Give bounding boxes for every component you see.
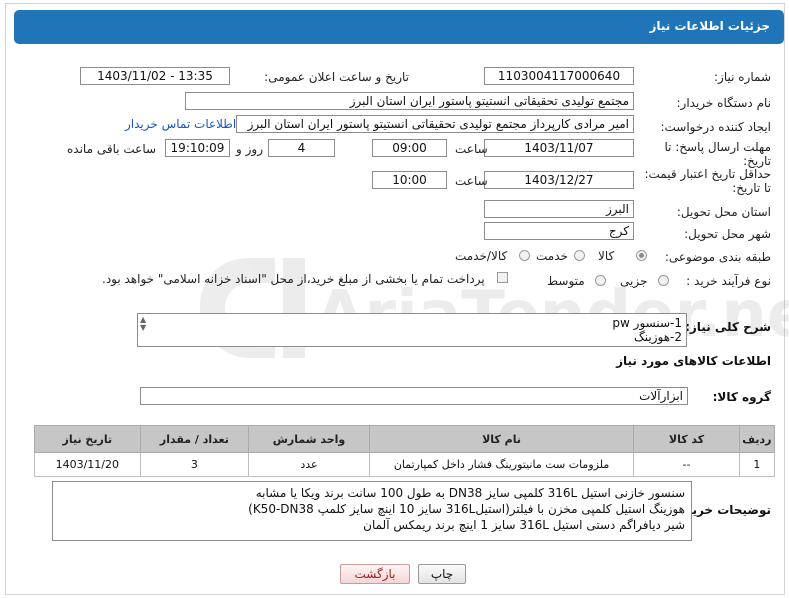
process-label: نوع فرآیند خرید : [686,274,771,288]
validity-time-field: 10:00 [372,171,447,189]
page-header: جزئیات اطلاعات نیاز [14,10,784,44]
col-date: تاریخ نیاز [34,425,141,453]
category-radio-service[interactable] [574,250,585,261]
cell-unit: عدد [248,452,370,477]
deadline-time-field: 09:00 [372,139,447,157]
need-number-label: شماره نیاز: [714,70,771,84]
col-qty: تعداد / مقدار [139,425,250,453]
goods-table: ردیف کد کالا نام کالا واحد شمارش تعداد /… [34,425,776,477]
print-button[interactable]: چاپ [418,564,466,584]
col-code: کد کالا [633,425,740,453]
category-radio-both[interactable] [519,250,530,261]
days-field: 4 [268,139,335,157]
description-line-2: 2-هوزینگ [634,330,682,344]
col-row: ردیف [738,425,776,453]
announce-label: تاریخ و ساعت اعلان عمومی: [264,70,409,84]
contact-info-link[interactable]: اطلاعات تماس خریدار [125,117,236,131]
remaining-label: ساعت باقی مانده [67,142,157,156]
page-title: جزئیات اطلاعات نیاز [649,19,770,33]
description-label: شرح کلی نیاز: [685,320,771,334]
category-option-both: کالا/خدمت [455,249,508,263]
cell-code: -- [633,452,740,477]
requester-field: امیر مرادی کارپرداز مجتمع تولیدی تحقیقات… [236,115,634,133]
category-option-service: خدمت [536,249,568,263]
goods-group-field: ابزارآلات [140,387,688,405]
process-radio-minor[interactable] [658,275,669,286]
province-label: استان محل تحویل: [676,205,771,219]
cell-date: 1403/11/20 [34,452,141,477]
table-row: 1 -- ملزومات ست مانیتورینگ فشار داخل کمپ… [34,452,776,477]
validity-label: حداقل تاریخ اعتبار قیمت: تا تاریخ: [644,167,771,195]
buyer-notes-line-3: شیر دیافراگم دستی استیل 316L سایز 1 اینچ… [363,518,685,532]
validity-time-label: ساعت [455,174,488,188]
buyer-org-field: مجتمع تولیدی تحقیقاتی انستیتو پاستور ایر… [185,92,634,110]
category-radio-goods[interactable] [636,250,647,261]
treasury-payment-note: پرداخت تمام یا بخشی از مبلغ خرید،از محل … [102,272,485,286]
city-label: شهر محل تحویل: [684,227,771,241]
category-label: طبقه بندی موضوعی: [664,250,771,264]
buyer-notes-line-2: هوزینگ استیل کلمپی مخزن با فیلتر(استیل31… [248,502,685,516]
category-option-goods: کالا [598,249,615,263]
scroll-arrows-icon[interactable]: ▲ ▼ [140,316,146,332]
goods-table-header: ردیف کد کالا نام کالا واحد شمارش تعداد /… [34,425,776,453]
treasury-payment-checkbox[interactable] [497,272,508,283]
announce-field: 1403/11/02 - 13:35 [80,67,230,85]
buyer-notes-textarea[interactable]: سنسور خازنی استیل 316L کلمپی سایز DN38 ب… [52,481,692,541]
remaining-time-field: 19:10:09 [165,139,230,157]
requester-label: ایجاد کننده درخواست: [660,120,771,134]
cell-name: ملزومات ست مانیتورینگ فشار داخل کمپارتما… [368,452,635,477]
deadline-time-label: ساعت [455,142,488,156]
goods-group-label: گروه کالا: [712,390,771,404]
province-field: البرز [484,200,634,218]
description-textarea[interactable]: 1-سنسور pw 2-هوزینگ ▲ ▼ [137,313,687,347]
col-unit: واحد شمارش [248,425,370,453]
city-field: کرج [484,222,634,240]
process-option-minor: جزیی [620,274,648,288]
process-option-medium: متوسط [547,274,585,288]
need-number-field: 1103004117000640 [484,67,634,85]
validity-date-field: 1403/12/27 [484,171,634,189]
goods-section-title: اطلاعات کالاهای مورد نیاز [616,354,771,368]
buyer-org-label: نام دستگاه خریدار: [676,96,772,110]
col-name: نام کالا [368,425,635,453]
description-line-1: 1-سنسور pw [612,316,682,330]
deadline-label: مهلت ارسال پاسخ: تا تاریخ: [664,140,771,168]
buyer-notes-line-1: سنسور خازنی استیل 316L کلمپی سایز DN38 ب… [255,486,685,500]
days-label: روز و [236,142,263,156]
back-button[interactable]: بازگشت [340,564,410,584]
process-radio-medium[interactable] [595,275,606,286]
cell-qty: 3 [139,452,250,477]
deadline-date-field: 1403/11/07 [484,139,634,157]
cell-row: 1 [738,452,776,477]
